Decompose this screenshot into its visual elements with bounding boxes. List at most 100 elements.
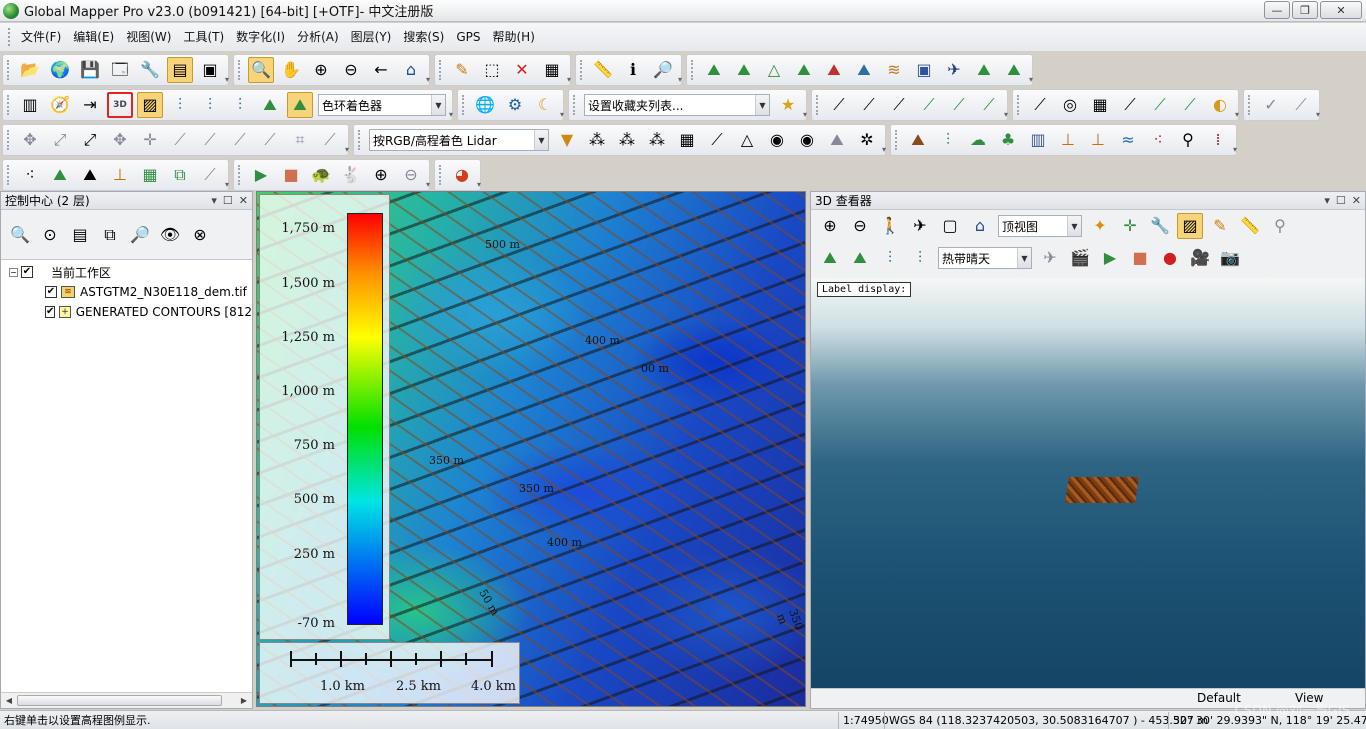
record-icon[interactable]: ● (1157, 245, 1183, 271)
map-edit-icon[interactable]: ⟋ (1177, 92, 1203, 118)
join-line-icon[interactable]: ⟋ (197, 127, 223, 153)
menu-grip[interactable] (8, 28, 11, 46)
point-color-icon[interactable]: ◉ (794, 127, 820, 153)
back-arrow-icon[interactable]: ← (368, 57, 394, 83)
config-wrench-icon[interactable]: 🔧 (137, 57, 163, 83)
layer-options-icon[interactable]: ⊙ (37, 222, 63, 248)
home-icon[interactable]: ⌂ (967, 213, 993, 239)
point-cloud-icon[interactable]: ⁂ (584, 127, 610, 153)
terrain-profile-icon[interactable]: ⛰ (701, 57, 727, 83)
window-icon[interactable]: 🗔 (107, 57, 133, 83)
horizontal-scrollbar[interactable]: ◀ ▶ (1, 692, 252, 708)
terrain-shade-icon[interactable]: ⛰ (257, 92, 283, 118)
favorites-select[interactable]: 设置收藏夹列表... ▼ (584, 94, 770, 116)
home-icon[interactable]: ⌂ (398, 57, 424, 83)
sun-icon[interactable]: ✦ (1087, 213, 1113, 239)
edit-line-icon[interactable]: ⟋ (1117, 92, 1143, 118)
add-vertex-icon[interactable]: ✛ (137, 127, 163, 153)
menu-gps[interactable]: GPS (450, 26, 486, 48)
float-icon[interactable]: ☐ (223, 194, 233, 207)
compass-icon[interactable]: 🧭 (47, 92, 73, 118)
dots-icon[interactable]: ⁞ (1205, 127, 1231, 153)
collapse-icon[interactable]: − (9, 267, 18, 277)
crop-icon[interactable]: ⌗ (287, 127, 313, 153)
fly-icon[interactable]: ✈ (907, 213, 933, 239)
menu-search[interactable]: 搜索(S) (397, 26, 450, 48)
stop-icon[interactable]: ■ (278, 162, 304, 188)
weather-select[interactable]: 热带晴天 ▼ (938, 247, 1032, 269)
path-profile-icon[interactable]: ⇥ (77, 92, 103, 118)
ground-icon[interactable]: ⛰ (905, 127, 931, 153)
create-area-icon[interactable]: ⟋ (856, 92, 882, 118)
water-drop-icon[interactable]: ⫶ (877, 245, 903, 271)
zoom-in-icon[interactable]: ⊕ (308, 57, 334, 83)
menu-analysis[interactable]: 分析(A) (291, 26, 345, 48)
slope-icon[interactable]: ⛰ (971, 57, 997, 83)
elevation-bar-icon[interactable]: ⫶ (167, 92, 193, 118)
settings-gear-icon[interactable]: ⚙ (502, 92, 528, 118)
delete-icon[interactable]: ✕ (509, 57, 535, 83)
edit-tool-icon[interactable]: ⟋ (1147, 92, 1173, 118)
remove-point-icon[interactable]: ⊖ (398, 162, 424, 188)
low-veg-icon[interactable]: ⫶ (935, 127, 961, 153)
filter-icon[interactable]: ▼ (554, 127, 580, 153)
hill-shade-icon[interactable]: ▨ (137, 92, 163, 118)
ground-points-icon[interactable]: ⁖ (17, 162, 43, 188)
terrain-pressed-icon[interactable]: ⛰ (287, 92, 313, 118)
view-mode-select[interactable]: 顶视图 ▼ (998, 215, 1082, 237)
layout-icon[interactable]: ▥ (17, 92, 43, 118)
close-icon[interactable]: ✕ (1352, 194, 1361, 207)
raster-calc-icon[interactable]: ▣ (911, 57, 937, 83)
moon-icon[interactable]: ☾ (532, 92, 558, 118)
water-icon[interactable]: ≈ (1115, 127, 1141, 153)
stretch-icon[interactable]: ⤢ (47, 127, 73, 153)
noise-points-icon[interactable]: ⁖ (1145, 127, 1171, 153)
flight-icon[interactable]: ✈ (1037, 245, 1063, 271)
play-icon[interactable]: ▶ (248, 162, 274, 188)
globe-data-icon[interactable]: 🌍 (47, 57, 73, 83)
smooth-icon[interactable]: ⟋ (227, 127, 253, 153)
minimize-button[interactable]: — (1264, 1, 1290, 19)
float-icon[interactable]: ☐ (1336, 194, 1346, 207)
digitize-pencil-icon[interactable]: ✎ (449, 57, 475, 83)
landform-icon[interactable]: ⛰ (1001, 57, 1027, 83)
walk-icon[interactable]: 🚶 (877, 213, 903, 239)
stop-icon[interactable]: ■ (1127, 245, 1153, 271)
pie-chart-icon[interactable]: ◕ (449, 162, 475, 188)
layer-zoom-icon[interactable]: 🔍 (7, 222, 33, 248)
camera-movie-icon[interactable]: 🎥 (1187, 245, 1213, 271)
check-icon[interactable]: ✓ (1258, 92, 1284, 118)
point-edit-icon[interactable]: ⟋ (704, 127, 730, 153)
ruler-icon[interactable]: 📏 (1237, 213, 1263, 239)
point-noise-icon[interactable]: ✲ (854, 127, 880, 153)
water-level-icon[interactable]: ⫶ (197, 92, 223, 118)
create-polygon-icon[interactable]: ⟋ (916, 92, 942, 118)
terrain-alt-icon[interactable]: ⛰ (847, 245, 873, 271)
layer-visibility-icon[interactable]: 👁 (157, 222, 183, 248)
building-icon[interactable]: ▥ (1025, 127, 1051, 153)
zoom-out-icon[interactable]: ⊖ (847, 213, 873, 239)
close-button[interactable]: ✕ (1320, 1, 1362, 19)
point-terrain-icon[interactable]: ⛰ (824, 127, 850, 153)
grid-icon[interactable]: ▦ (1087, 92, 1113, 118)
select-box-icon[interactable]: ⬚ (479, 57, 505, 83)
info-icon[interactable]: ℹ (620, 57, 646, 83)
scale-icon[interactable]: ⤢ (77, 127, 103, 153)
overlay-control-icon[interactable]: ▤ (167, 57, 193, 83)
tile-icon[interactable]: ⧉ (167, 162, 193, 188)
pin-icon[interactable]: ▾ (211, 194, 217, 207)
move-vertex-icon[interactable]: ✥ (107, 127, 133, 153)
crosshair-icon[interactable]: ✛ (1117, 213, 1143, 239)
shade-toggle-icon[interactable]: ▨ (1177, 213, 1203, 239)
create-rect-icon[interactable]: ⟋ (946, 92, 972, 118)
target-icon[interactable]: ◎ (1057, 92, 1083, 118)
tree-icon[interactable]: ♣ (995, 127, 1021, 153)
watershed-icon[interactable]: ⛰ (851, 57, 877, 83)
3d-scene[interactable]: Label display: (811, 278, 1365, 690)
split-line-icon[interactable]: ⟋ (167, 127, 193, 153)
menu-tools[interactable]: 工具(T) (177, 26, 230, 48)
add-point-icon[interactable]: ⊕ (368, 162, 394, 188)
move-icon[interactable]: ✥ (17, 127, 43, 153)
menu-view[interactable]: 视图(W) (120, 26, 177, 48)
point-grid-icon[interactable]: ▦ (674, 127, 700, 153)
